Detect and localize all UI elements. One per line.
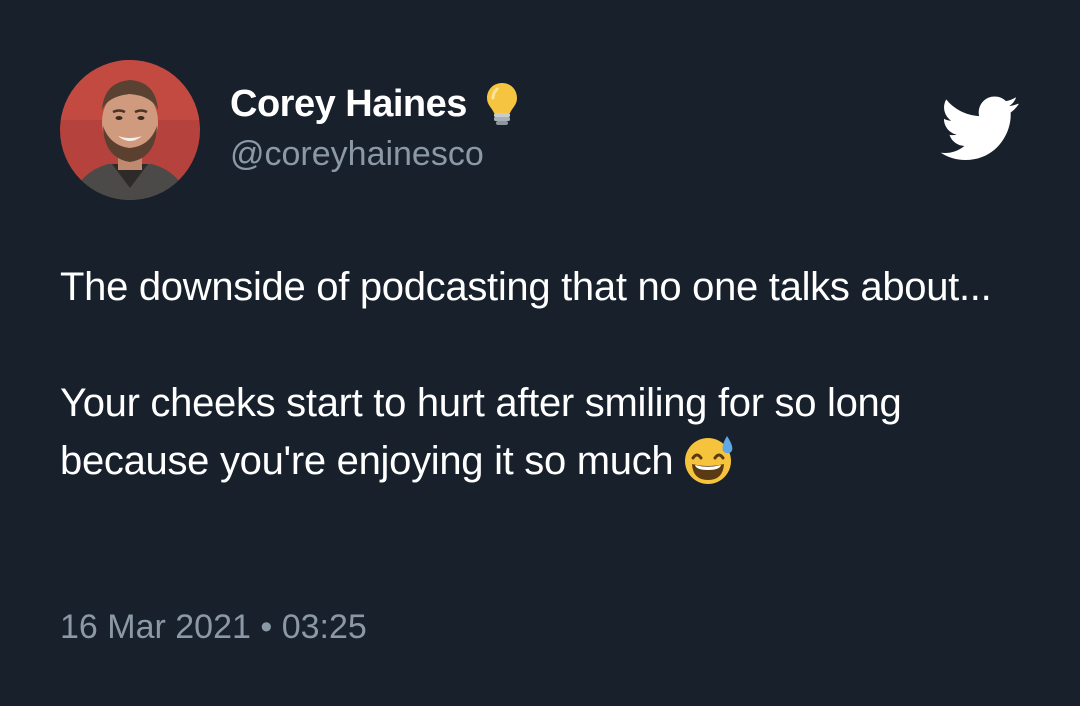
author-name-row: Corey Haines <box>230 80 519 128</box>
author-handle[interactable]: @coreyhainesco <box>230 135 484 174</box>
timestamp-separator: • <box>260 608 273 646</box>
lightbulb-icon <box>485 81 519 127</box>
tweet-paragraph-1: The downside of podcasting that no one t… <box>60 265 992 309</box>
author-display-name[interactable]: Corey Haines <box>230 83 467 126</box>
tweet-paragraph-2: Your cheeks start to hurt after smiling … <box>60 374 1040 490</box>
tweet-text: The downside of podcasting that no one t… <box>60 258 1040 490</box>
grinning-face-with-sweat-emoji-icon <box>679 432 737 486</box>
avatar-photo <box>60 60 200 200</box>
tweet-card: Corey Haines @coreyhainesco The downside… <box>0 0 1080 706</box>
tweet-time: 03:25 <box>281 608 367 646</box>
tweet-paragraph-2-text: Your cheeks start to hurt after smiling … <box>60 381 902 483</box>
avatar[interactable] <box>60 60 200 200</box>
tweet-date: 16 Mar 2021 <box>60 608 251 646</box>
tweet-timestamp[interactable]: 16 Mar 2021 • 03:25 <box>60 608 367 647</box>
twitter-bird-icon <box>940 96 1020 162</box>
